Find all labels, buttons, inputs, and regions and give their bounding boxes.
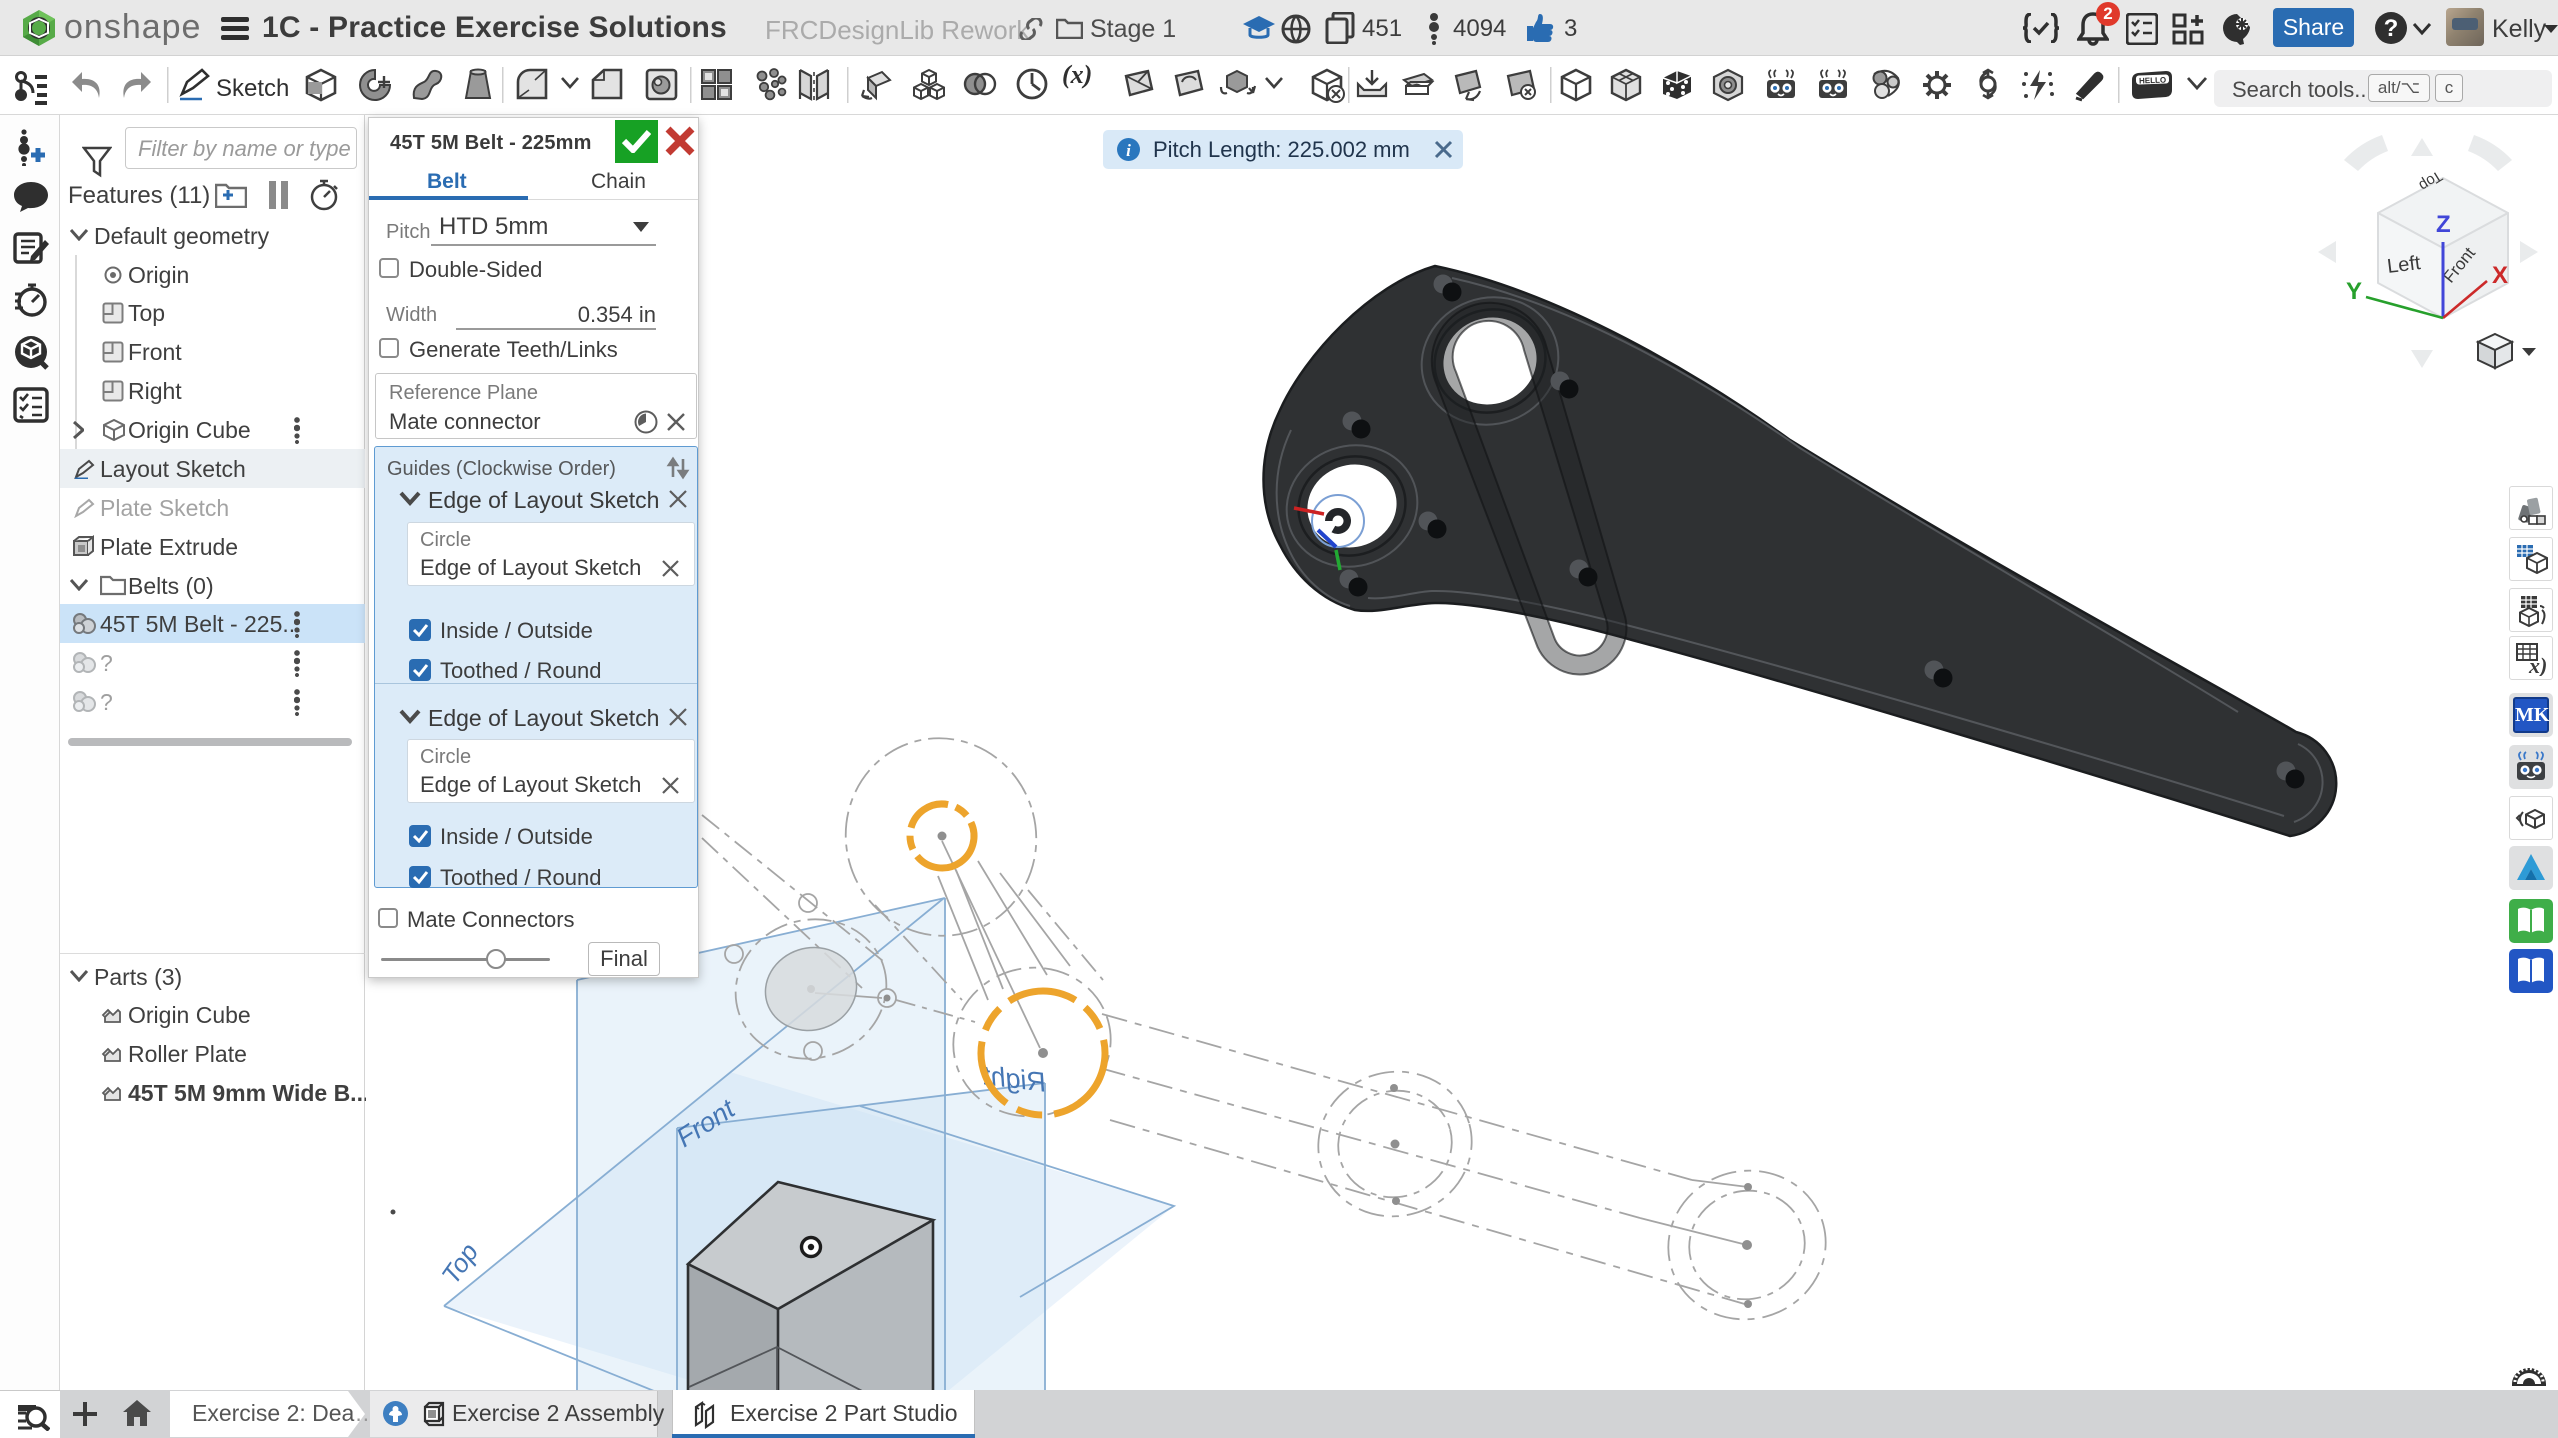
svg-text:i: i xyxy=(1126,141,1131,160)
svg-text:(x): (x) xyxy=(1062,60,1092,89)
svg-text:Z: Z xyxy=(2436,211,2451,238)
svg-text:Y: Y xyxy=(2346,278,2362,305)
svg-text:HELLO: HELLO xyxy=(2139,76,2166,86)
svg-text:Left: Left xyxy=(2386,252,2422,278)
svg-text:?: ? xyxy=(2384,15,2399,42)
svg-text:X: X xyxy=(2492,262,2508,289)
svg-text:x): x) xyxy=(2528,653,2547,676)
